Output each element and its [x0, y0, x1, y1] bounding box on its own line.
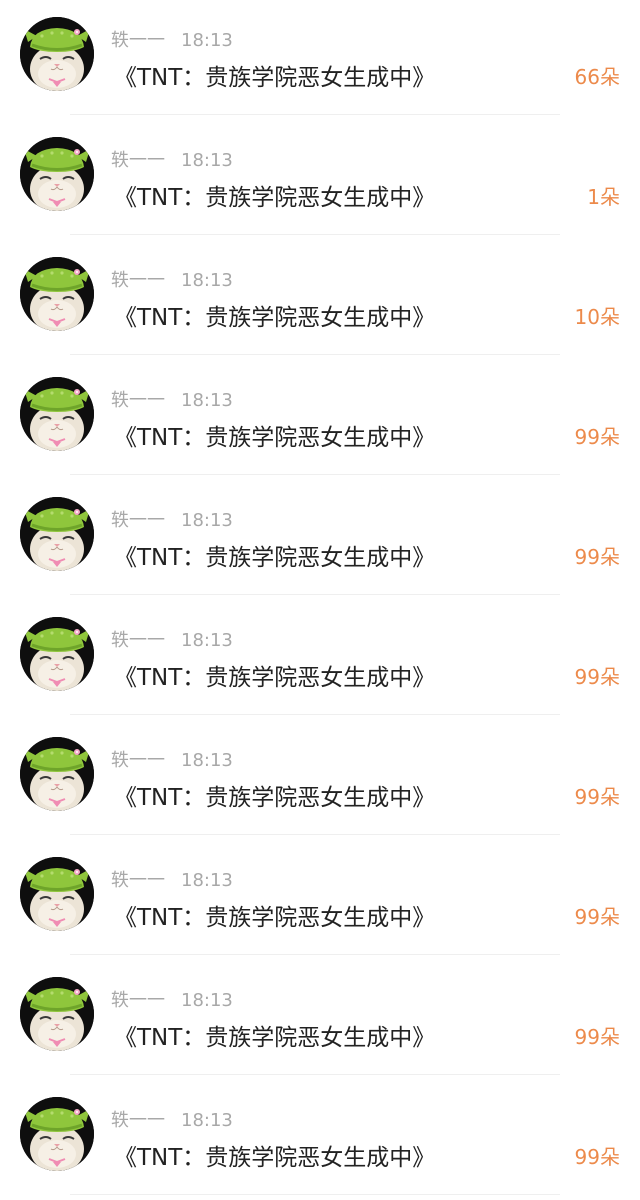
flower-count: 99朵 — [574, 1145, 620, 1169]
list-item[interactable]: 轶一一 18:13 《TNT：贵族学院恶女生成中》 99朵 — [0, 960, 640, 1080]
item-meta: 轶一一 18:13 — [111, 1106, 233, 1132]
username[interactable]: 轶一一 — [111, 510, 165, 531]
gift-title: 《TNT：贵族学院恶女生成中》 — [114, 545, 436, 571]
flower-count: 99朵 — [574, 665, 620, 689]
avatar[interactable] — [20, 137, 94, 211]
divider — [70, 1074, 560, 1075]
avatar[interactable] — [20, 257, 94, 331]
list-item[interactable]: 轶一一 18:13 《TNT：贵族学院恶女生成中》 99朵 — [0, 360, 640, 480]
username[interactable]: 轶一一 — [111, 270, 165, 291]
timestamp: 18:13 — [181, 750, 233, 771]
username[interactable]: 轶一一 — [111, 750, 165, 771]
avatar[interactable] — [20, 1097, 94, 1171]
flower-count: 99朵 — [574, 425, 620, 449]
list-item[interactable]: 轶一一 18:13 《TNT：贵族学院恶女生成中》 99朵 — [0, 1080, 640, 1200]
cat-with-green-knit-hat-icon — [20, 1097, 94, 1171]
gift-title: 《TNT：贵族学院恶女生成中》 — [114, 185, 436, 211]
username[interactable]: 轶一一 — [111, 1110, 165, 1131]
item-meta: 轶一一 18:13 — [111, 506, 233, 532]
flower-count: 99朵 — [574, 545, 620, 569]
divider — [70, 354, 560, 355]
timestamp: 18:13 — [181, 990, 233, 1011]
gift-title: 《TNT：贵族学院恶女生成中》 — [114, 905, 436, 931]
avatar[interactable] — [20, 737, 94, 811]
cat-with-green-knit-hat-icon — [20, 977, 94, 1051]
timestamp: 18:13 — [181, 270, 233, 291]
list-item[interactable]: 轶一一 18:13 《TNT：贵族学院恶女生成中》 99朵 — [0, 480, 640, 600]
username[interactable]: 轶一一 — [111, 150, 165, 171]
cat-with-green-knit-hat-icon — [20, 257, 94, 331]
avatar[interactable] — [20, 617, 94, 691]
username[interactable]: 轶一一 — [111, 30, 165, 51]
divider — [70, 1194, 560, 1195]
flower-count: 66朵 — [574, 65, 620, 89]
list-item[interactable]: 轶一一 18:13 《TNT：贵族学院恶女生成中》 66朵 — [0, 0, 640, 120]
list-item[interactable]: 轶一一 18:13 《TNT：贵族学院恶女生成中》 1朵 — [0, 120, 640, 240]
cat-with-green-knit-hat-icon — [20, 617, 94, 691]
divider — [70, 474, 560, 475]
divider — [70, 234, 560, 235]
flower-count: 99朵 — [574, 785, 620, 809]
username[interactable]: 轶一一 — [111, 630, 165, 651]
flower-count: 99朵 — [574, 1025, 620, 1049]
item-meta: 轶一一 18:13 — [111, 626, 233, 652]
item-meta: 轶一一 18:13 — [111, 146, 233, 172]
gift-title: 《TNT：贵族学院恶女生成中》 — [114, 785, 436, 811]
item-meta: 轶一一 18:13 — [111, 266, 233, 292]
item-meta: 轶一一 18:13 — [111, 386, 233, 412]
item-meta: 轶一一 18:13 — [111, 26, 233, 52]
cat-with-green-knit-hat-icon — [20, 17, 94, 91]
timestamp: 18:13 — [181, 30, 233, 51]
cat-with-green-knit-hat-icon — [20, 137, 94, 211]
divider — [70, 834, 560, 835]
list-item[interactable]: 轶一一 18:13 《TNT：贵族学院恶女生成中》 99朵 — [0, 720, 640, 840]
timestamp: 18:13 — [181, 390, 233, 411]
divider — [70, 714, 560, 715]
timestamp: 18:13 — [181, 1110, 233, 1131]
avatar[interactable] — [20, 497, 94, 571]
cat-with-green-knit-hat-icon — [20, 497, 94, 571]
item-meta: 轶一一 18:13 — [111, 746, 233, 772]
username[interactable]: 轶一一 — [111, 390, 165, 411]
avatar[interactable] — [20, 377, 94, 451]
avatar[interactable] — [20, 857, 94, 931]
gift-title: 《TNT：贵族学院恶女生成中》 — [114, 1145, 436, 1171]
timestamp: 18:13 — [181, 630, 233, 651]
gift-title: 《TNT：贵族学院恶女生成中》 — [114, 1025, 436, 1051]
divider — [70, 114, 560, 115]
gift-title: 《TNT：贵族学院恶女生成中》 — [114, 305, 436, 331]
list-item[interactable]: 轶一一 18:13 《TNT：贵族学院恶女生成中》 99朵 — [0, 600, 640, 720]
cat-with-green-knit-hat-icon — [20, 737, 94, 811]
divider — [70, 954, 560, 955]
item-meta: 轶一一 18:13 — [111, 866, 233, 892]
flower-count: 10朵 — [574, 305, 620, 329]
gift-title: 《TNT：贵族学院恶女生成中》 — [114, 425, 436, 451]
flower-count: 1朵 — [587, 185, 620, 209]
username[interactable]: 轶一一 — [111, 870, 165, 891]
gift-title: 《TNT：贵族学院恶女生成中》 — [114, 665, 436, 691]
cat-with-green-knit-hat-icon — [20, 377, 94, 451]
avatar[interactable] — [20, 17, 94, 91]
gift-title: 《TNT：贵族学院恶女生成中》 — [114, 65, 436, 91]
list-item[interactable]: 轶一一 18:13 《TNT：贵族学院恶女生成中》 99朵 — [0, 840, 640, 960]
flower-count: 99朵 — [574, 905, 620, 929]
username[interactable]: 轶一一 — [111, 990, 165, 1011]
timestamp: 18:13 — [181, 510, 233, 531]
divider — [70, 594, 560, 595]
timestamp: 18:13 — [181, 870, 233, 891]
avatar[interactable] — [20, 977, 94, 1051]
gift-list: 轶一一 18:13 《TNT：贵族学院恶女生成中》 66朵 轶一一 18:13 《T… — [0, 0, 640, 1200]
item-meta: 轶一一 18:13 — [111, 986, 233, 1012]
cat-with-green-knit-hat-icon — [20, 857, 94, 931]
timestamp: 18:13 — [181, 150, 233, 171]
list-item[interactable]: 轶一一 18:13 《TNT：贵族学院恶女生成中》 10朵 — [0, 240, 640, 360]
